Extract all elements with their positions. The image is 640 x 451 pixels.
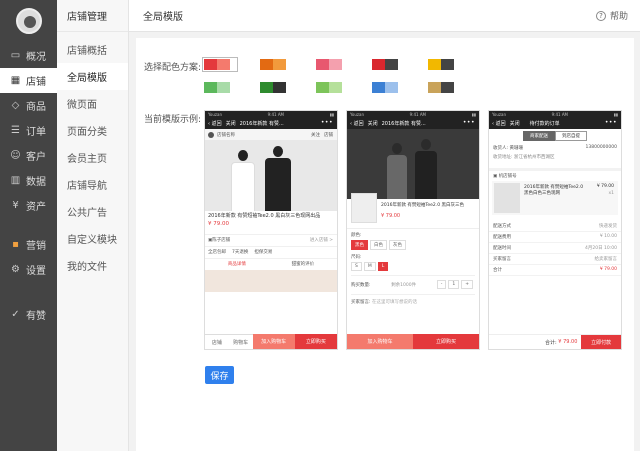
nav-item-store[interactable]: ▦ 店铺 bbox=[0, 68, 57, 93]
swatch-color bbox=[229, 82, 236, 93]
order-item-thumb bbox=[494, 183, 520, 213]
preview-product-page: Youzan 9:41 AM ▮▮ ‹ 返回 关闭 2016年新款 有赞... ••… bbox=[204, 110, 338, 350]
more-icon: ••• bbox=[320, 119, 333, 126]
main-nav: ▭ 概况 ▦ 店铺 ◇ 商品 ☰ 订单 ☺ 客户 ▥ 数据 ¥ 资产 ▪ 营销 ⚙ 设置 ✓ 有赞 bbox=[0, 0, 57, 451]
sub-item-member-home[interactable]: 会员主页 bbox=[57, 144, 128, 171]
shop-logo-icon bbox=[208, 131, 214, 138]
preview-order-page: Youzan 9:41 AM ▮▮ ‹ 返回 关闭 待付款的订单 ••• 商家配送到… bbox=[488, 110, 622, 350]
swatch-color bbox=[204, 59, 217, 70]
sub-item-global-template[interactable]: 全局模版 bbox=[57, 63, 128, 90]
color-scheme-swatch[interactable] bbox=[316, 59, 348, 70]
sku-thumb bbox=[351, 193, 377, 223]
swatch-color bbox=[204, 82, 217, 93]
chart-icon: ▥ bbox=[10, 175, 21, 186]
sub-item-page-category[interactable]: 页面分类 bbox=[57, 117, 128, 144]
nav-item-marketing[interactable]: ▪ 营销 bbox=[0, 232, 57, 257]
preview-label: 当前模版示例: bbox=[144, 115, 202, 125]
tag-icon: ◇ bbox=[11, 100, 20, 111]
swatch-color bbox=[285, 82, 292, 93]
nav-item-youzan[interactable]: ✓ 有赞 bbox=[0, 302, 57, 327]
color-scheme-swatch[interactable] bbox=[204, 82, 236, 93]
swatch-color bbox=[440, 59, 454, 70]
swatch-color bbox=[272, 59, 286, 70]
preview-sku-page: Youzan 9:41 AM ▮▮ ‹ 返回 关闭 2016年新款 有赞... ••… bbox=[346, 110, 480, 350]
sub-item-public-ad[interactable]: 公共广告 bbox=[57, 198, 128, 225]
color-scheme-swatch[interactable] bbox=[428, 59, 460, 70]
swatch-color bbox=[428, 82, 441, 93]
swatch-color bbox=[229, 59, 236, 70]
yen-icon: ¥ bbox=[12, 200, 19, 211]
page-title: 全局模版 bbox=[143, 12, 183, 23]
swatch-color bbox=[328, 59, 342, 70]
nav-item-overview[interactable]: ▭ 概况 bbox=[0, 43, 57, 68]
swatch-color bbox=[440, 82, 454, 93]
sub-item-store-nav[interactable]: 店铺导航 bbox=[57, 171, 128, 198]
store-icon: ▦ bbox=[10, 75, 21, 86]
color-scheme-swatch[interactable] bbox=[372, 82, 404, 93]
product-photo bbox=[205, 140, 337, 211]
list-icon: ☰ bbox=[11, 125, 20, 136]
swatch-color bbox=[260, 82, 273, 93]
more-icon: ••• bbox=[604, 119, 617, 126]
user-icon: ☺ bbox=[10, 150, 21, 161]
swatch-color bbox=[453, 82, 460, 93]
nav-item-goods[interactable]: ◇ 商品 bbox=[0, 93, 57, 118]
nav-item-customers[interactable]: ☺ 客户 bbox=[0, 143, 57, 168]
swatch-color bbox=[316, 59, 329, 70]
color-scheme-swatch[interactable] bbox=[372, 59, 404, 70]
sub-nav: 店铺管理 店铺概括 全局模版 微页面 页面分类 会员主页 店铺导航 公共广告 自… bbox=[57, 0, 129, 451]
swatch-color bbox=[216, 59, 230, 70]
scheme-label: 选择配色方案: bbox=[144, 63, 202, 73]
nav-item-data[interactable]: ▥ 数据 bbox=[0, 168, 57, 193]
save-button[interactable]: 保存 bbox=[205, 366, 234, 384]
help-link[interactable]: ? 帮助 bbox=[595, 9, 628, 22]
swatch-color bbox=[216, 82, 230, 93]
top-bar: 全局模版 ? 帮助 bbox=[129, 0, 640, 32]
thumb-icon: ✓ bbox=[11, 309, 20, 320]
help-icon: ? bbox=[595, 10, 606, 21]
gear-icon: ⚙ bbox=[11, 264, 20, 275]
color-scheme-swatch[interactable] bbox=[202, 57, 238, 72]
swatch-color bbox=[372, 82, 385, 93]
swatch-color bbox=[384, 82, 398, 93]
swatch-color bbox=[260, 59, 273, 70]
nav-item-orders[interactable]: ☰ 订单 bbox=[0, 118, 57, 143]
swatch-color bbox=[316, 82, 329, 93]
sub-nav-title: 店铺管理 bbox=[57, 0, 128, 32]
content-panel: 选择配色方案: 当前模版示例: Youzan 9:41 AM ▮▮ ‹ 返回 关闭 … bbox=[136, 38, 634, 451]
back-link: ‹ 返回 bbox=[208, 120, 222, 127]
swatch-color bbox=[285, 59, 292, 70]
avatar[interactable] bbox=[15, 8, 42, 34]
sub-item-my-files[interactable]: 我的文件 bbox=[57, 252, 128, 279]
apps-icon: ▪ bbox=[12, 239, 19, 250]
nav-item-settings[interactable]: ⚙ 设置 bbox=[0, 257, 57, 282]
sub-item-overview[interactable]: 店铺概括 bbox=[57, 36, 128, 63]
swatch-color bbox=[341, 82, 348, 93]
swatch-color bbox=[397, 59, 404, 70]
swatch-color bbox=[428, 59, 441, 70]
swatch-color bbox=[272, 82, 286, 93]
color-scheme-swatch[interactable] bbox=[316, 82, 348, 93]
sub-item-custom-module[interactable]: 自定义模块 bbox=[57, 225, 128, 252]
nav-item-assets[interactable]: ¥ 资产 bbox=[0, 193, 57, 218]
monitor-icon: ▭ bbox=[10, 50, 21, 61]
swatch-color bbox=[397, 82, 404, 93]
more-icon: ••• bbox=[462, 119, 475, 126]
swatch-color bbox=[453, 59, 460, 70]
swatch-color bbox=[372, 59, 385, 70]
color-scheme-swatch[interactable] bbox=[428, 82, 460, 93]
swatch-color bbox=[328, 82, 342, 93]
color-scheme-swatch[interactable] bbox=[260, 59, 292, 70]
swatch-color bbox=[341, 59, 348, 70]
sub-item-micro-page[interactable]: 微页面 bbox=[57, 90, 128, 117]
color-scheme-swatch[interactable] bbox=[260, 82, 292, 93]
swatch-color bbox=[384, 59, 398, 70]
